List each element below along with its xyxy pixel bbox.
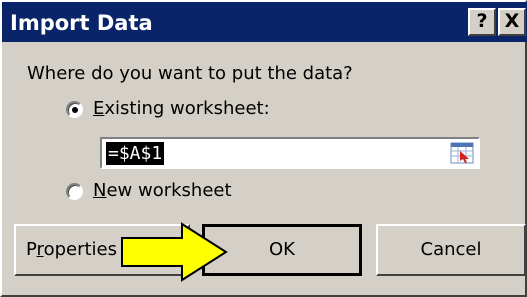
new-worksheet-text: ew worksheet <box>106 180 232 201</box>
dialog-title: Import Data <box>10 11 153 35</box>
properties-text-end: operties <box>43 239 117 260</box>
new-worksheet-accesskey: N <box>93 180 107 201</box>
existing-worksheet-radio[interactable] <box>66 100 83 118</box>
properties-text-start: P <box>26 239 37 260</box>
radio-selected-dot <box>72 106 78 113</box>
cancel-button[interactable]: Cancel <box>376 224 526 276</box>
import-data-dialog: Import Data ? X Where do you want to put… <box>0 0 527 297</box>
existing-worksheet-accesskey: E <box>93 98 105 119</box>
reference-value: =$A$1 <box>106 142 165 165</box>
existing-worksheet-option[interactable]: Existing worksheet: <box>66 97 270 121</box>
help-button[interactable]: ? <box>468 8 496 36</box>
reference-input[interactable]: =$A$1 <box>100 137 480 169</box>
title-bar[interactable]: Import Data ? X <box>2 2 527 42</box>
prompt-label: Where do you want to put the data? <box>27 63 353 84</box>
new-worksheet-radio[interactable] <box>66 182 83 200</box>
existing-worksheet-text: xisting worksheet: <box>104 98 270 119</box>
new-worksheet-label[interactable]: New worksheet <box>93 179 232 203</box>
collapse-dialog-icon[interactable] <box>450 142 474 164</box>
new-worksheet-option[interactable]: New worksheet <box>66 179 232 203</box>
close-button[interactable]: X <box>498 8 526 36</box>
yellow-arrow-icon <box>121 222 228 282</box>
existing-worksheet-label[interactable]: Existing worksheet: <box>93 97 270 121</box>
properties-accesskey: r <box>36 239 44 260</box>
